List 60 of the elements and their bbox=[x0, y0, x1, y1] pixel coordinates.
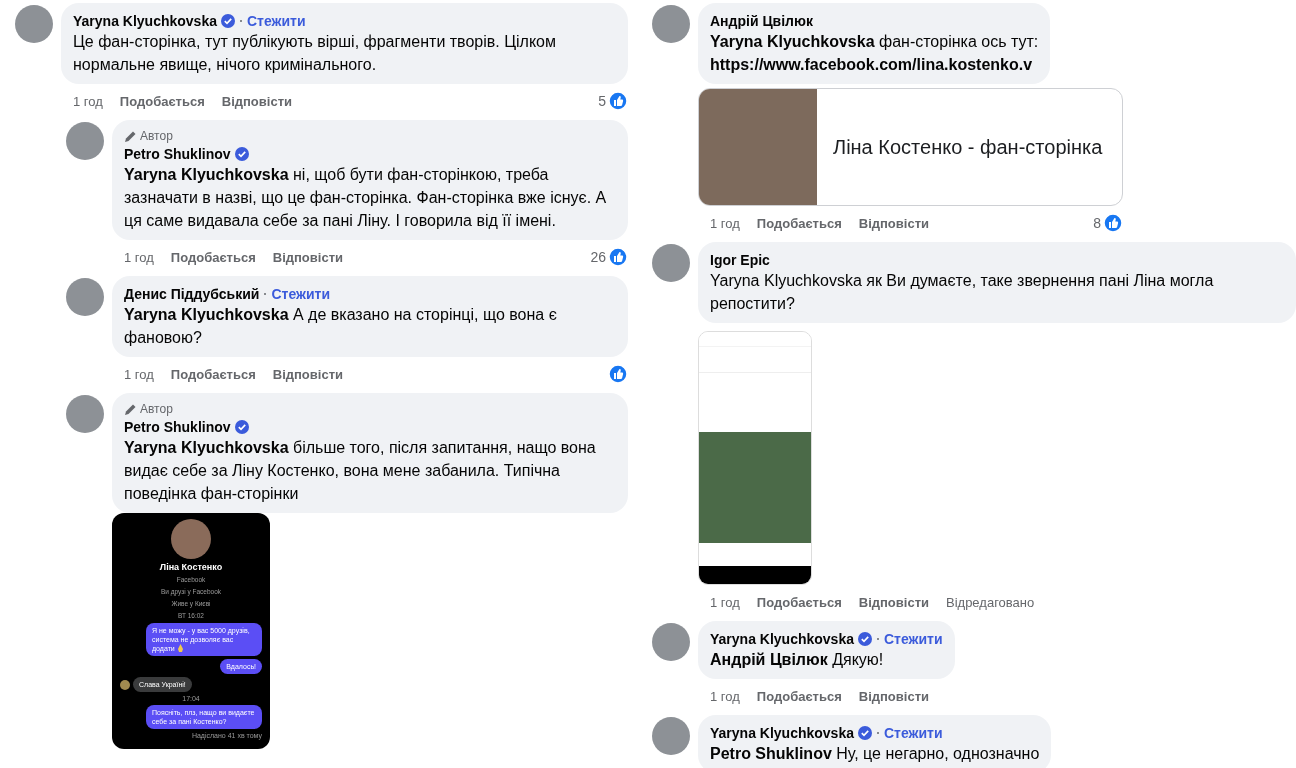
link-preview-card[interactable]: Ліна Костенко - фан-сторінка bbox=[698, 88, 1123, 206]
follow-link[interactable]: Стежити bbox=[884, 724, 943, 741]
comment-text: Yaryna Klyuchkovska як Ви думаєте, таке звернення пані Ліна могла репостити? bbox=[710, 271, 1215, 314]
photo-placeholder bbox=[171, 519, 211, 559]
link[interactable]: https://www.facebook.com/lina.kostenko.v bbox=[710, 53, 1039, 76]
edited-label: Відредаговано bbox=[946, 594, 1035, 610]
author-label: Автор bbox=[140, 402, 173, 416]
comment-text: Yaryna Klyuchkovska фан-сторінка ось тут: bbox=[710, 32, 1039, 52]
profile-name: Ліна Костенко bbox=[158, 562, 224, 572]
follow-link[interactable]: Стежити bbox=[884, 630, 943, 647]
comment-text: Андрій Цвілюк Дякую! bbox=[710, 650, 885, 670]
comment-text: Це фан-сторінка, тут публікують вірші, фрагменти творів. Цілком нормальне явище, нічого кримінального. bbox=[73, 32, 557, 75]
avatar[interactable] bbox=[652, 244, 690, 282]
avatar[interactable] bbox=[652, 623, 690, 661]
pen-icon bbox=[124, 129, 137, 143]
like-link[interactable]: Подобається bbox=[170, 249, 256, 265]
reply-link[interactable]: Відповісти bbox=[858, 688, 929, 704]
reply-link[interactable]: Відповісти bbox=[858, 594, 929, 610]
comment-text: Yaryna Klyuchkovska більше того, після запитання, нащо вона видає себе за Ліну Костенко, вона мене забанила. Типічна поведінка фан-сторінки bbox=[124, 438, 597, 504]
comment-time[interactable]: 1 год bbox=[710, 215, 740, 231]
like-link[interactable]: Подобається bbox=[170, 366, 256, 382]
link-preview-title: Ліна Костенко - фан-сторінка bbox=[832, 135, 1103, 159]
author-name[interactable]: Yaryna Klyuchkovska bbox=[710, 724, 854, 741]
avatar[interactable] bbox=[66, 122, 104, 160]
avatar[interactable] bbox=[652, 717, 690, 755]
author-name[interactable]: Денис Піддубський bbox=[124, 285, 260, 302]
pen-icon bbox=[124, 402, 137, 416]
author-name[interactable]: Yaryna Klyuchkovska bbox=[73, 12, 217, 29]
comment-text: Yaryna Klyuchkovska А де вказано на сторінці, що вона є фановою? bbox=[124, 305, 558, 348]
reply-link[interactable]: Відповісти bbox=[221, 93, 292, 109]
avatar[interactable] bbox=[15, 5, 53, 43]
avatar[interactable] bbox=[652, 5, 690, 43]
author-name[interactable]: Petro Shuklinov bbox=[124, 145, 231, 162]
author-name[interactable]: Андрій Цвілюк bbox=[710, 12, 813, 29]
follow-link[interactable]: Стежити bbox=[247, 12, 306, 29]
like-link[interactable]: Подобається bbox=[756, 594, 842, 610]
comment-text: Yaryna Klyuchkovska ні, щоб бути фан-сторінкою, треба зазначати в назві, що це фан-сторінка. Фан-сторінка вже існує. А ця саме видавала себе за пані Ліну. І говорила від її імені. bbox=[124, 165, 608, 231]
comment-time[interactable]: 1 год bbox=[124, 366, 154, 382]
author-name[interactable]: Igor Epic bbox=[710, 251, 770, 268]
reply-link[interactable]: Відповісти bbox=[272, 366, 343, 382]
reaction-count[interactable]: 8 bbox=[1093, 215, 1101, 231]
comment-time[interactable]: 1 год bbox=[73, 93, 103, 109]
author-label: Автор bbox=[140, 129, 173, 143]
like-link[interactable]: Подобається bbox=[756, 215, 842, 231]
reaction-count[interactable]: 26 bbox=[590, 249, 606, 265]
reaction-count[interactable]: 5 bbox=[598, 93, 606, 109]
comment-text: Petro Shuklinov Ну, це негарно, однозначно bbox=[710, 744, 1040, 764]
reply-link[interactable]: Відповісти bbox=[858, 215, 929, 231]
comment-time[interactable]: 1 год bbox=[710, 688, 740, 704]
like-link[interactable]: Подобається bbox=[756, 688, 842, 704]
avatar[interactable] bbox=[66, 395, 104, 433]
like-link[interactable]: Подобається bbox=[119, 93, 205, 109]
author-name[interactable]: Petro Shuklinov bbox=[124, 418, 231, 435]
reply-link[interactable]: Відповісти bbox=[272, 249, 343, 265]
author-name[interactable]: Yaryna Klyuchkovska bbox=[710, 630, 854, 647]
comment-time[interactable]: 1 год bbox=[124, 249, 154, 265]
avatar bbox=[120, 679, 130, 690]
comment-time[interactable]: 1 год bbox=[710, 594, 740, 610]
follow-link[interactable]: Стежити bbox=[271, 285, 330, 302]
avatar[interactable] bbox=[66, 278, 104, 316]
